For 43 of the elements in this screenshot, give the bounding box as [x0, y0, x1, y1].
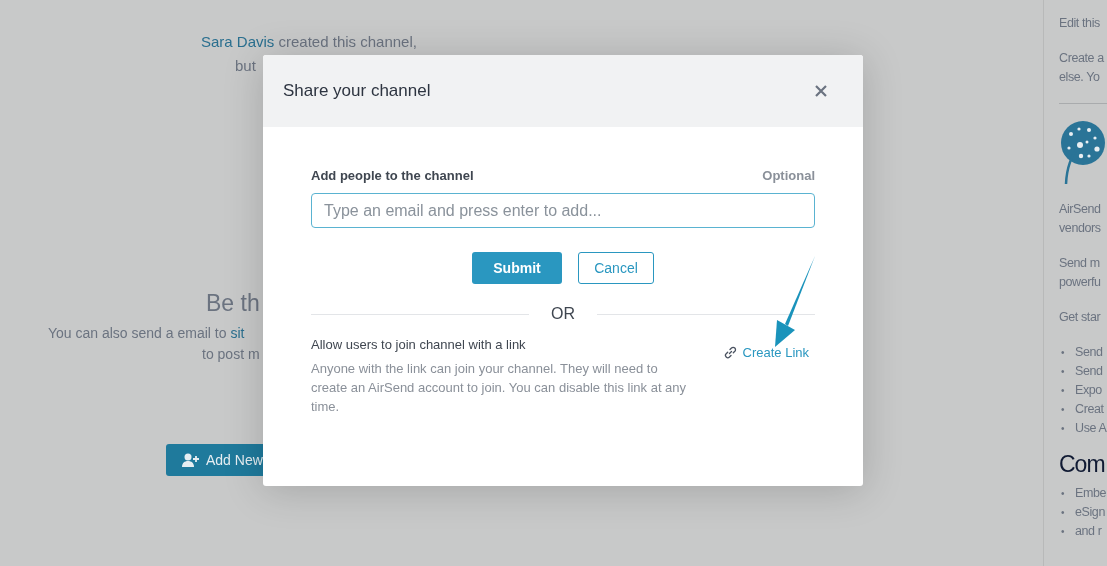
submit-button[interactable]: Submit: [472, 252, 562, 284]
list-item: Use A: [1075, 420, 1107, 437]
cancel-button[interactable]: Cancel: [578, 252, 654, 284]
link-icon: [723, 346, 737, 359]
bullet-mark: •: [1061, 346, 1066, 360]
bullet-mark: •: [1061, 525, 1066, 539]
email-link[interactable]: sit: [230, 325, 245, 341]
field-label: Add people to the channel: [311, 168, 474, 183]
email-input-field[interactable]: Type an email and press enter to add...: [311, 193, 815, 228]
creator-note: Sara Davis created this channel,: [201, 33, 417, 50]
list-item: eSign: [1075, 504, 1105, 521]
dandelion-logo-icon: [1059, 120, 1107, 186]
create-link[interactable]: Create Link: [723, 345, 809, 360]
panel-text: Edit this: [1059, 15, 1101, 32]
bullet-mark: •: [1061, 403, 1066, 417]
list-item: Creat: [1075, 401, 1104, 418]
note-text: but: [235, 57, 256, 74]
divider-label: OR: [551, 305, 575, 323]
bullet-mark: •: [1061, 422, 1066, 436]
list-item: Embe: [1075, 485, 1107, 502]
creator-link[interactable]: Sara Davis: [201, 33, 275, 50]
section-heading: Com: [1059, 450, 1105, 478]
close-icon[interactable]: [815, 85, 827, 97]
section-description: Anyone with the link can join your channel. They will need to create an AirSend account to join. You can disable this link at any time.: [311, 360, 688, 416]
empty-heading: Be th: [206, 290, 260, 317]
panel-text: Create a else. Yo: [1059, 50, 1105, 86]
dialog-title: Share your channel: [283, 81, 431, 101]
list-item: Expo: [1075, 382, 1102, 399]
list-item: Send: [1075, 344, 1103, 361]
email-note: You can also send a email to sit: [48, 325, 245, 341]
bullet-mark: •: [1061, 384, 1066, 398]
bullet-mark: •: [1061, 365, 1066, 379]
section-title: Allow users to join channel with a link: [311, 337, 527, 352]
user-plus-icon: [182, 453, 200, 467]
panel-text: Get star: [1059, 309, 1102, 326]
email-note: to post m: [202, 346, 260, 362]
bullet-mark: •: [1061, 506, 1066, 520]
panel-text: Send m powerfu: [1059, 255, 1102, 291]
optional-label: Optional: [762, 168, 815, 183]
bullet-mark: •: [1061, 487, 1066, 501]
list-item: Send: [1075, 363, 1103, 380]
panel-text: AirSend vendors: [1059, 201, 1102, 237]
list-item: and r: [1075, 523, 1102, 540]
